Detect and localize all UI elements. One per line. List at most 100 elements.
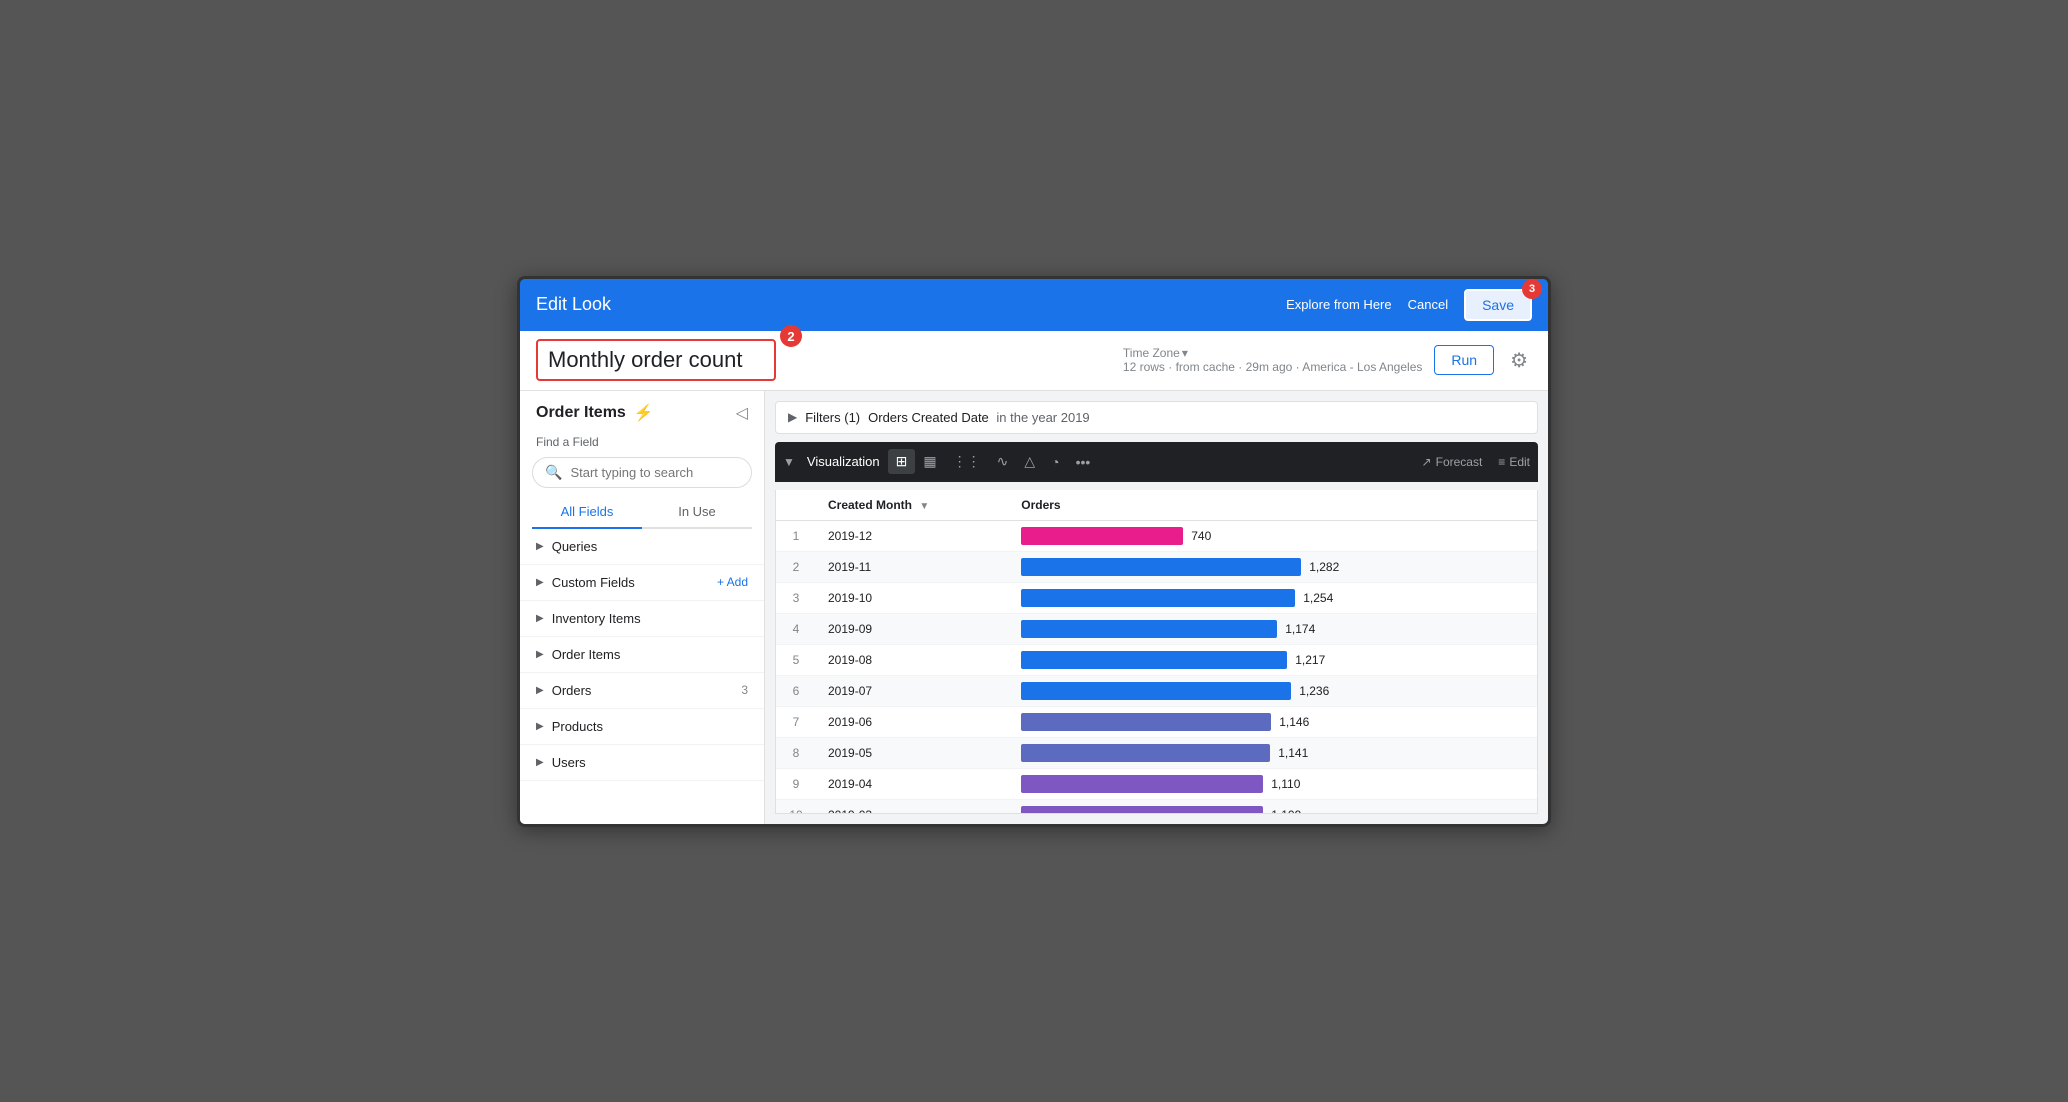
- table-row: 9 2019-04 1,110: [776, 768, 1537, 799]
- cell-month: 2019-09: [816, 613, 1009, 644]
- viz-label: Visualization: [799, 454, 888, 469]
- sidebar-item-label: Queries: [552, 539, 748, 554]
- sidebar-item-label: Custom Fields: [552, 575, 717, 590]
- bar-cell: 740: [1021, 527, 1525, 545]
- sidebar-item[interactable]: ▶ Order Items: [520, 637, 764, 673]
- sidebar-item[interactable]: ▶ Custom Fields+ Add: [520, 565, 764, 601]
- tab-all-fields[interactable]: All Fields: [532, 496, 642, 529]
- forecast-label: Forecast: [1436, 455, 1483, 469]
- cell-row-num: 2: [776, 551, 816, 582]
- bar-cell: 1,236: [1021, 682, 1525, 700]
- table-header-row: Created Month ▼ Orders: [776, 490, 1537, 521]
- sort-icon: ▼: [919, 501, 929, 512]
- bar-value: 1,109: [1271, 808, 1301, 814]
- run-button[interactable]: Run: [1434, 345, 1494, 375]
- sidebar-tabs: All Fields In Use: [532, 496, 752, 529]
- filter-label: Filters (1): [805, 410, 860, 425]
- cancel-link[interactable]: Cancel: [1408, 297, 1448, 312]
- col-orders: Orders: [1009, 490, 1537, 521]
- sidebar-item-label: Inventory Items: [552, 611, 748, 626]
- table-row: 7 2019-06 1,146: [776, 706, 1537, 737]
- sidebar-item-label: Users: [552, 755, 748, 770]
- timezone-label: Time Zone: [1123, 346, 1180, 360]
- add-custom-field-link[interactable]: + Add: [717, 575, 748, 589]
- bar-value: 1,236: [1299, 684, 1329, 698]
- cell-month: 2019-08: [816, 644, 1009, 675]
- header: Edit Look Explore from Here Cancel Save …: [520, 279, 1548, 331]
- bar-value: 1,254: [1303, 591, 1333, 605]
- bar-cell: 1,109: [1021, 806, 1525, 814]
- bar-cell: 1,282: [1021, 558, 1525, 576]
- sidebar-model-name: Order Items: [536, 404, 626, 422]
- edit-icon: ≡: [1498, 455, 1505, 469]
- sidebar-item-label: Order Items: [552, 647, 748, 662]
- cell-row-num: 5: [776, 644, 816, 675]
- expand-arrow-icon: ▶: [536, 649, 544, 660]
- viz-more-icon[interactable]: •••: [1068, 450, 1099, 474]
- cell-orders: 1,146: [1009, 706, 1537, 737]
- sidebar-back-button[interactable]: ◁: [736, 403, 748, 423]
- col-row-num: [776, 490, 816, 521]
- bar-cell: 1,254: [1021, 589, 1525, 607]
- col-created-month[interactable]: Created Month ▼: [816, 490, 1009, 521]
- timezone-selector[interactable]: Time Zone ▾: [1123, 346, 1422, 360]
- sidebar-item[interactable]: ▶ Users: [520, 745, 764, 781]
- filter-expand-button[interactable]: ▶: [788, 410, 797, 424]
- viz-table-icon[interactable]: ⊞: [888, 449, 916, 474]
- cell-orders: 1,282: [1009, 551, 1537, 582]
- cell-orders: 1,141: [1009, 737, 1537, 768]
- cell-orders: 1,254: [1009, 582, 1537, 613]
- bar-value: 1,141: [1278, 746, 1308, 760]
- sidebar-item[interactable]: ▶ Products: [520, 709, 764, 745]
- bar-cell: 1,110: [1021, 775, 1525, 793]
- forecast-button[interactable]: ↗ Forecast: [1422, 455, 1483, 469]
- order-bar: [1021, 620, 1277, 638]
- expand-arrow-icon: ▶: [536, 721, 544, 732]
- viz-toolbar: ▼ Visualization ⊞ ▦ ⋮⋮ ∿ △ ◔ ••• ↗ Forec…: [775, 442, 1538, 482]
- order-bar: [1021, 527, 1183, 545]
- look-title-input[interactable]: [536, 339, 776, 381]
- save-button[interactable]: Save: [1464, 289, 1532, 321]
- settings-icon[interactable]: ⚙: [1506, 344, 1532, 377]
- search-box: 🔍: [532, 457, 752, 488]
- filter-condition-text: in the year 2019: [996, 410, 1089, 425]
- header-actions: Explore from Here Cancel Save 3: [1286, 289, 1532, 321]
- expand-arrow-icon: ▶: [536, 541, 544, 552]
- viz-bar-icon[interactable]: ▦: [915, 449, 944, 474]
- cell-month: 2019-05: [816, 737, 1009, 768]
- app-title: Edit Look: [536, 294, 1286, 315]
- viz-line-icon[interactable]: ∿: [989, 449, 1017, 474]
- bar-value: 1,282: [1309, 560, 1339, 574]
- data-table: Created Month ▼ Orders 1 2019-12 740: [776, 490, 1537, 814]
- cell-row-num: 9: [776, 768, 816, 799]
- title-bar-right: Time Zone ▾ 12 rows · from cache · 29m a…: [1123, 344, 1532, 377]
- sidebar-item[interactable]: ▶ Inventory Items: [520, 601, 764, 637]
- order-bar: [1021, 682, 1291, 700]
- bar-value: 1,146: [1279, 715, 1309, 729]
- cache-info-block: Time Zone ▾ 12 rows · from cache · 29m a…: [1123, 346, 1422, 374]
- edit-button[interactable]: ≡ Edit: [1498, 455, 1530, 469]
- viz-area-icon[interactable]: △: [1016, 449, 1043, 474]
- table-row: 3 2019-10 1,254: [776, 582, 1537, 613]
- tab-in-use[interactable]: In Use: [642, 496, 752, 527]
- edit-label: Edit: [1509, 455, 1530, 469]
- explore-from-here-link[interactable]: Explore from Here: [1286, 297, 1391, 312]
- table-row: 5 2019-08 1,217: [776, 644, 1537, 675]
- sidebar-item[interactable]: ▶ Queries: [520, 529, 764, 565]
- search-input[interactable]: [570, 465, 739, 480]
- cell-orders: 1,174: [1009, 613, 1537, 644]
- sidebar-header: Order Items ⚡ ◁: [520, 391, 764, 431]
- sidebar: Order Items ⚡ ◁ Find a Field 🔍 All Field…: [520, 391, 765, 824]
- title-bar: 2 Time Zone ▾ 12 rows · from cache · 29m…: [520, 331, 1548, 391]
- sidebar-item[interactable]: ▶ Orders3: [520, 673, 764, 709]
- viz-scatter-icon[interactable]: ⋮⋮: [945, 449, 989, 474]
- table-row: 8 2019-05 1,141: [776, 737, 1537, 768]
- bar-cell: 1,141: [1021, 744, 1525, 762]
- bar-value: 1,217: [1295, 653, 1325, 667]
- viz-pie-icon[interactable]: ◔: [1043, 450, 1067, 474]
- title-with-badge: 2: [536, 339, 776, 381]
- cache-info: 12 rows · from cache · 29m ago · America…: [1123, 360, 1422, 374]
- cell-month: 2019-03: [816, 799, 1009, 814]
- bar-value: 1,174: [1285, 622, 1315, 636]
- cell-month: 2019-10: [816, 582, 1009, 613]
